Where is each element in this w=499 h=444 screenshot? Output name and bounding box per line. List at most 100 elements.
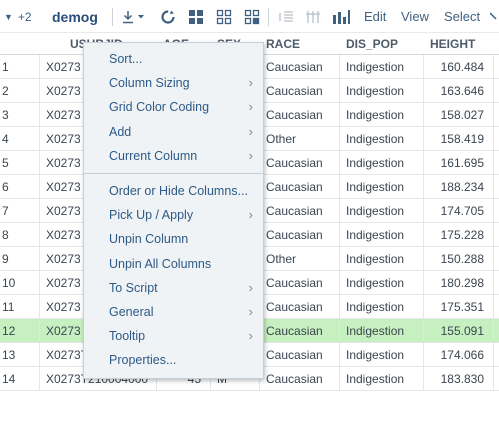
cell-height[interactable]: 158.027 xyxy=(424,103,494,127)
menu-item-current-column[interactable]: Current Column › xyxy=(84,144,263,168)
menu-item-label: To Script xyxy=(109,280,158,295)
cell-weight[interactable] xyxy=(494,223,499,247)
menu-item-to-script[interactable]: To Script › xyxy=(84,276,263,300)
menu-item-grid-color-coding[interactable]: Grid Color Coding › xyxy=(84,95,263,119)
cell-dis-pop[interactable]: Indigestion xyxy=(340,79,424,103)
cell-height[interactable]: 188.234 xyxy=(424,175,494,199)
view-title[interactable]: demog xyxy=(52,0,113,33)
cell-dis-pop[interactable]: Indigestion xyxy=(340,319,424,343)
cell-dis-pop[interactable]: Indigestion xyxy=(340,175,424,199)
overflow-views-dropdown[interactable]: ▼ +2 xyxy=(4,0,32,33)
chevron-right-icon: › xyxy=(248,304,253,319)
cell-race[interactable]: Caucasian xyxy=(260,151,340,175)
cell-weight[interactable] xyxy=(494,367,499,391)
menu-item-label: Pick Up / Apply xyxy=(109,208,194,223)
pivot-table-icon[interactable] xyxy=(241,0,263,33)
column-stats-icon[interactable] xyxy=(302,0,324,33)
menu-item-tooltip[interactable]: Tooltip › xyxy=(84,324,263,348)
bar-chart-icon[interactable] xyxy=(330,0,352,33)
cell-height[interactable]: 183.830 xyxy=(424,367,494,391)
chevron-right-icon: › xyxy=(248,207,253,223)
indent-icon[interactable] xyxy=(275,0,297,33)
toolbar-divider xyxy=(268,0,269,33)
refresh-icon[interactable] xyxy=(157,0,179,33)
cell-race[interactable]: Caucasian xyxy=(260,223,340,247)
tiles-icon[interactable] xyxy=(213,0,235,33)
cell-height[interactable]: 175.228 xyxy=(424,223,494,247)
cell-height[interactable]: 161.695 xyxy=(424,151,494,175)
column-header-height[interactable]: HEIGHT xyxy=(424,33,494,55)
cell-height[interactable]: 160.484 xyxy=(424,55,494,79)
cell-weight[interactable] xyxy=(494,151,499,175)
menu-item-sort[interactable]: Sort... xyxy=(84,47,263,71)
cell-height[interactable]: 174.705 xyxy=(424,199,494,223)
menu-item-order-or-hide-columns[interactable]: Order or Hide Columns... xyxy=(84,179,263,203)
cell-dis-pop[interactable]: Indigestion xyxy=(340,223,424,247)
cell-dis-pop[interactable]: Indigestion xyxy=(340,151,424,175)
toolbar-divider xyxy=(111,7,113,26)
overflow-count: +2 xyxy=(17,9,32,24)
menu-item-general[interactable]: General › xyxy=(84,300,263,324)
chevron-right-icon: › xyxy=(248,99,253,115)
cell-dis-pop[interactable]: Indigestion xyxy=(340,103,424,127)
cell-dis-pop[interactable]: Indigestion xyxy=(340,247,424,271)
grid-view-icon[interactable] xyxy=(185,0,207,33)
cell-race[interactable]: Other xyxy=(260,127,340,151)
cell-height[interactable]: 158.419 xyxy=(424,127,494,151)
cell-race[interactable]: Caucasian xyxy=(260,199,340,223)
row-number: 6 xyxy=(0,175,40,199)
menu-item-pick-up-apply[interactable]: Pick Up / Apply › xyxy=(84,203,263,227)
cell-weight[interactable] xyxy=(494,343,499,367)
cell-height[interactable]: 150.288 xyxy=(424,247,494,271)
cell-race[interactable]: Caucasian xyxy=(260,295,340,319)
cell-height[interactable]: 174.066 xyxy=(424,343,494,367)
download-icon[interactable] xyxy=(120,0,148,33)
cell-weight[interactable] xyxy=(494,79,499,103)
cell-weight[interactable] xyxy=(494,295,499,319)
cell-race[interactable]: Caucasian xyxy=(260,79,340,103)
row-number-header xyxy=(0,33,40,55)
column-header-dis-pop[interactable]: DIS_POP xyxy=(340,33,424,55)
cell-height[interactable]: 163.646 xyxy=(424,79,494,103)
cell-weight[interactable] xyxy=(494,199,499,223)
edit-menu[interactable]: Edit xyxy=(364,0,386,33)
cell-dis-pop[interactable]: Indigestion xyxy=(340,199,424,223)
cell-weight[interactable] xyxy=(494,55,499,79)
cell-dis-pop[interactable]: Indigestion xyxy=(340,367,424,391)
column-header-race[interactable]: RACE xyxy=(260,33,340,55)
menu-item-unpin-column[interactable]: Unpin Column xyxy=(84,227,263,251)
cell-height[interactable]: 180.298 xyxy=(424,271,494,295)
cell-weight[interactable] xyxy=(494,175,499,199)
column-header-weight[interactable]: W xyxy=(494,33,499,55)
select-menu[interactable]: Select xyxy=(444,0,480,33)
cell-height[interactable]: 155.091 xyxy=(424,319,494,343)
menu-separator xyxy=(84,173,263,174)
row-number: 11 xyxy=(0,295,40,319)
cell-race[interactable]: Caucasian xyxy=(260,343,340,367)
menu-item-properties[interactable]: Properties... xyxy=(84,348,263,372)
cell-race[interactable]: Caucasian xyxy=(260,175,340,199)
cell-weight[interactable] xyxy=(494,103,499,127)
cell-race[interactable]: Caucasian xyxy=(260,103,340,127)
cell-weight[interactable] xyxy=(494,247,499,271)
cell-dis-pop[interactable]: Indigestion xyxy=(340,127,424,151)
cell-height[interactable]: 175.351 xyxy=(424,295,494,319)
chevron-right-icon: › xyxy=(248,123,253,139)
cell-race[interactable]: Caucasian xyxy=(260,367,340,391)
cell-race[interactable]: Caucasian xyxy=(260,55,340,79)
cell-dis-pop[interactable]: Indigestion xyxy=(340,271,424,295)
cell-dis-pop[interactable]: Indigestion xyxy=(340,343,424,367)
menu-item-add[interactable]: Add › xyxy=(84,120,263,144)
cell-race[interactable]: Other xyxy=(260,247,340,271)
cell-weight[interactable] xyxy=(494,271,499,295)
cell-dis-pop[interactable]: Indigestion xyxy=(340,295,424,319)
cell-weight[interactable] xyxy=(494,319,499,343)
menu-item-unpin-all-columns[interactable]: Unpin All Columns xyxy=(84,252,263,276)
more-icon[interactable] xyxy=(489,0,499,33)
cell-race[interactable]: Caucasian xyxy=(260,319,340,343)
menu-item-column-sizing[interactable]: Column Sizing › xyxy=(84,71,263,95)
cell-weight[interactable] xyxy=(494,127,499,151)
cell-dis-pop[interactable]: Indigestion xyxy=(340,55,424,79)
cell-race[interactable]: Caucasian xyxy=(260,271,340,295)
view-menu[interactable]: View xyxy=(401,0,429,33)
